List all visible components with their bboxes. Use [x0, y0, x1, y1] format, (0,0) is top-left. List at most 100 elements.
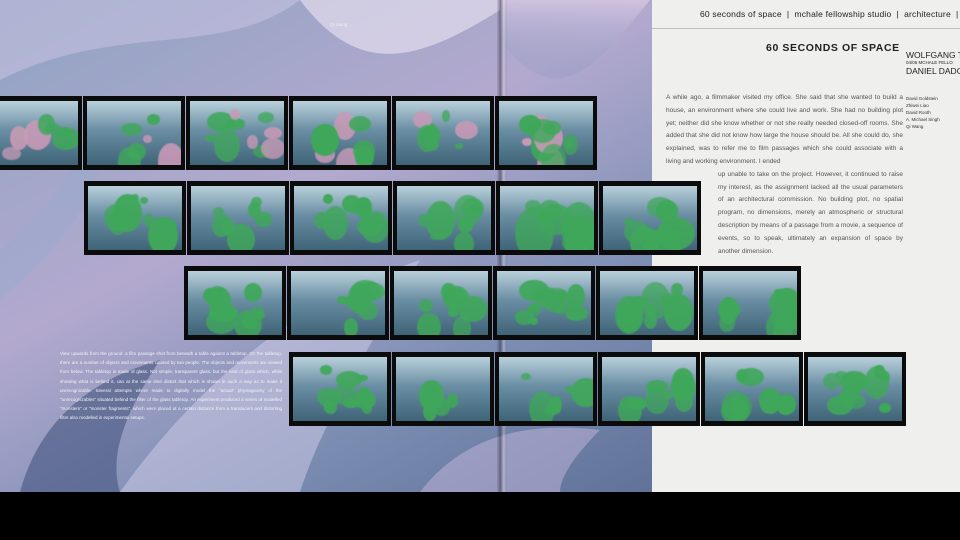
monster-fragment	[540, 143, 566, 165]
article-body: A while ago, a filmmaker visited my offi…	[666, 92, 903, 258]
film-still	[188, 271, 282, 335]
monster-fragment	[854, 379, 863, 392]
image-credit: Qi Wang	[330, 22, 348, 27]
monster-fragment	[251, 196, 262, 207]
film-frame	[596, 266, 698, 340]
monster-fragment	[776, 394, 796, 416]
author-primary: WOLFGANG TS	[906, 50, 960, 60]
monster-fragment	[157, 143, 181, 165]
film-still	[600, 271, 694, 335]
film-frame	[287, 266, 389, 340]
film-still	[808, 357, 902, 421]
monster-fragment	[835, 370, 848, 379]
film-still	[190, 101, 284, 165]
monster-fragment	[542, 121, 562, 135]
film-still	[293, 101, 387, 165]
monster-fragment	[108, 208, 128, 235]
monster-fragment	[357, 301, 379, 320]
film-frame	[390, 266, 492, 340]
monster-fragment	[246, 135, 259, 149]
monster-fragment	[353, 140, 376, 161]
film-frame	[289, 352, 391, 426]
monster-fragment	[562, 233, 591, 250]
monster-fragment	[357, 374, 368, 382]
monster-fragment	[773, 317, 797, 335]
monster-fragment	[446, 393, 459, 409]
film-frame	[392, 352, 494, 426]
monster-fragment	[455, 121, 478, 139]
film-frame	[496, 181, 598, 255]
team-member: David Goldstein	[906, 96, 938, 101]
monster-fragment	[323, 194, 334, 205]
article-title: 60 SECONDS OF SPACE	[766, 42, 900, 54]
film-still	[293, 357, 387, 421]
body-upper: A while ago, a filmmaker visited my offi…	[666, 94, 903, 165]
monster-fragment	[874, 365, 885, 380]
monster-fragment	[421, 398, 432, 407]
film-still	[703, 271, 797, 335]
monster-fragment	[425, 201, 456, 240]
film-still	[602, 357, 696, 421]
team-list: David Goldstein Zhiwei Liao David Rooth …	[906, 95, 940, 130]
monster-fragment	[320, 365, 332, 375]
monster-fragment	[441, 110, 451, 122]
header-rule	[652, 28, 960, 29]
monster-fragment	[52, 127, 78, 151]
film-still	[497, 271, 591, 335]
film-frame	[184, 266, 286, 340]
monster-fragment	[314, 211, 331, 230]
monster-fragment	[643, 311, 658, 330]
monster-fragment	[453, 316, 472, 335]
monster-fragment	[454, 143, 464, 150]
monster-fragment	[721, 398, 749, 421]
monster-fragment	[139, 196, 149, 204]
film-still	[705, 357, 799, 421]
monster-fragment	[528, 390, 556, 421]
monster-fragment	[311, 123, 339, 157]
film-frame	[187, 181, 289, 255]
monster-fragment	[562, 133, 579, 156]
team-member: Qi Wang	[906, 124, 924, 129]
film-still	[87, 101, 181, 165]
monster-fragment	[419, 298, 433, 312]
monster-fragment	[565, 306, 588, 321]
monster-fragment	[38, 114, 55, 135]
monster-fragment	[738, 367, 764, 386]
monster-fragment	[728, 309, 739, 317]
film-still	[0, 101, 78, 165]
monster-fragment	[521, 372, 532, 381]
monster-fragment	[142, 134, 152, 144]
monster-fragment	[348, 115, 372, 132]
monster-fragment	[528, 317, 537, 325]
monster-fragment	[243, 282, 262, 302]
film-frame	[495, 352, 597, 426]
running-title: 60 seconds of space	[700, 9, 782, 19]
monster-fragment	[453, 231, 474, 250]
monster-fragment	[146, 114, 161, 126]
monster-fragment	[623, 217, 635, 226]
running-header: 60 seconds of space | mchale fellowship …	[700, 9, 959, 19]
image-caption: View upwards from the ground: a film pas…	[60, 351, 282, 421]
monster-fragment	[356, 216, 383, 236]
monster-fragment	[441, 282, 456, 300]
film-frame	[699, 266, 801, 340]
studio-name: mchale fellowship studio	[794, 9, 892, 19]
team-member: A. Michael Singh	[906, 117, 940, 122]
film-frame	[392, 96, 494, 170]
monster-fragment	[226, 118, 246, 131]
monster-fragment	[719, 314, 735, 333]
monster-fragment	[537, 199, 562, 223]
film-frame	[599, 181, 701, 255]
film-still	[603, 186, 697, 250]
film-frame	[393, 181, 495, 255]
film-still	[500, 186, 594, 250]
film-still	[291, 271, 385, 335]
monster-fragment	[205, 133, 217, 142]
film-frame	[186, 96, 288, 170]
film-frame	[289, 96, 391, 170]
monster-fragment	[621, 308, 636, 325]
film-frame	[84, 181, 186, 255]
monster-fragment	[457, 217, 473, 233]
monster-fragment	[727, 299, 737, 307]
monster-fragment	[121, 123, 142, 136]
